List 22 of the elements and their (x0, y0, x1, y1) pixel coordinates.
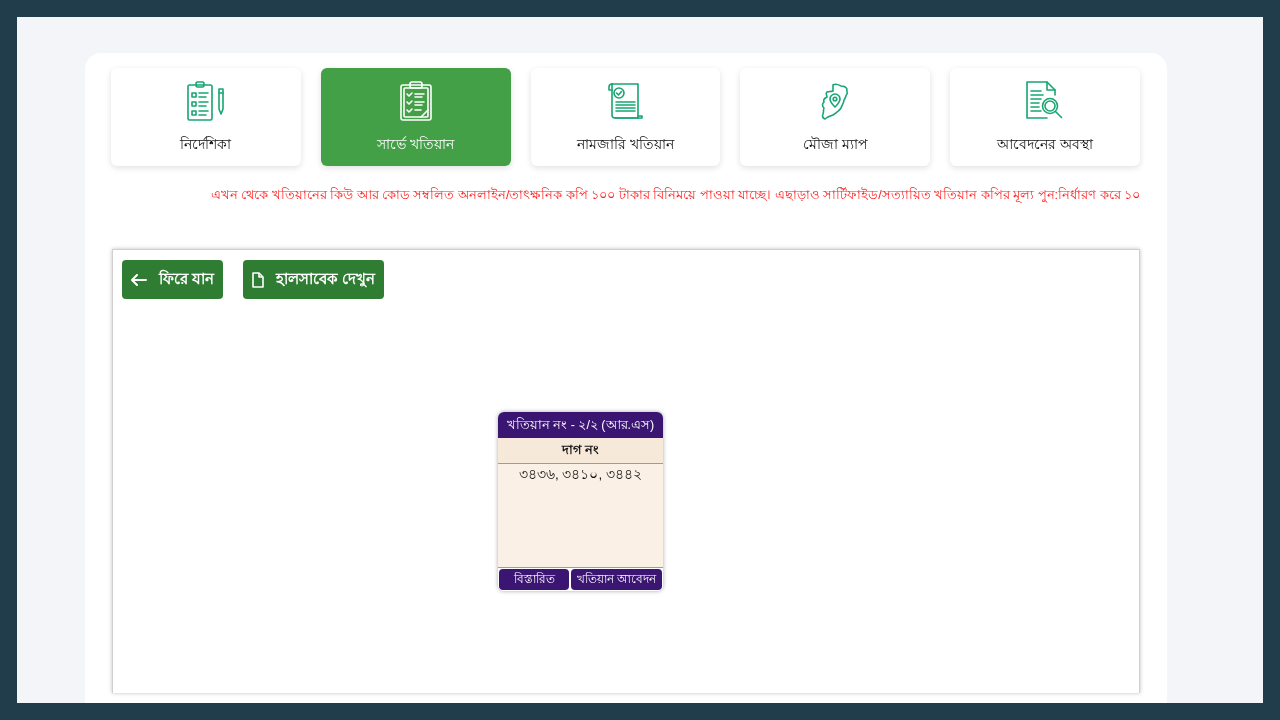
checklist-pencil-icon (185, 81, 226, 121)
scroll-document-icon (607, 82, 644, 120)
tile-label: নামজারি খতিয়ান (577, 135, 674, 154)
dag-numbers: ৩৪৩৬, ৩৪১০, ৩৪৪২ (498, 464, 663, 568)
clipboard-checklist-icon (399, 81, 432, 121)
tile-label: আবেদনের অবস্থা (997, 135, 1094, 154)
tile-label: মৌজা ম্যাপ (802, 135, 868, 154)
menu-tile[interactable]: আবেদনের অবস্থা (950, 68, 1140, 166)
left-arrow-icon (131, 273, 147, 286)
menu-tile[interactable]: নির্দেশিকা (111, 68, 301, 166)
tile-label: নির্দেশিকা (180, 135, 232, 154)
details-button[interactable]: বিস্তারিত (499, 569, 569, 590)
view-document-button[interactable]: হালসাবেক দেখুন (243, 260, 385, 299)
khatian-title: খতিয়ান নং - ২/২ (আর.এস) (498, 412, 663, 438)
notice-text: এখন থেকে খতিয়ানের কিউ আর কোড সম্বলিত অনলাইন/তাৎক্ষনিক কপি ১০০ টাকার বিনিময়ে পাওয়া যাচ্ছে। এছাড়াও সার্টিফাইড/সত্যায়িত খতিয়ান কপির মূল্য পুন:নির্ধারণ করে ১০ (210, 186, 1140, 204)
dag-label: দাগ নং (498, 438, 663, 464)
tile-label: সার্ভে খতিয়ান (377, 135, 455, 154)
apply-button[interactable]: খতিয়ান আবেদন (571, 569, 662, 590)
back-button[interactable]: ফিরে যান (122, 260, 224, 299)
menu-tile[interactable]: নামজারি খতিয়ান (530, 68, 721, 166)
menu-tile[interactable]: মৌজা ম্যাপ (740, 68, 931, 166)
document-icon (252, 271, 265, 288)
